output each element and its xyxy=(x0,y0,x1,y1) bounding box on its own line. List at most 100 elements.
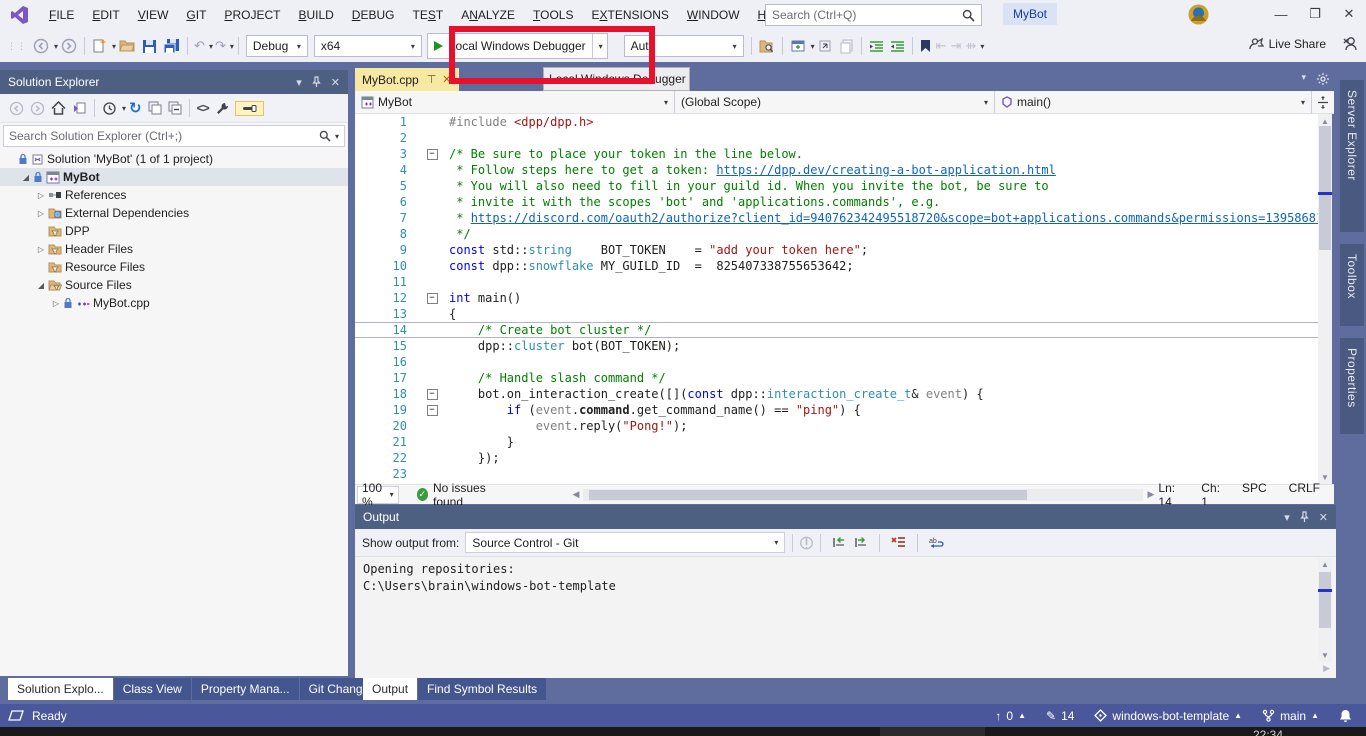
code-line-17[interactable]: 17 /* Handle slash command */ xyxy=(355,370,1318,386)
close-panel-icon[interactable]: ✕ xyxy=(331,76,340,89)
refresh-icon[interactable]: ↻ xyxy=(129,99,142,117)
tool-tab-solution-explo[interactable]: Solution Explo... xyxy=(8,678,113,700)
tree-item-solution-mybot-1-of-1-project[interactable]: Solution 'MyBot' (1 of 1 project) xyxy=(0,150,348,168)
code-line-15[interactable]: 15 dpp::cluster bot(BOT_TOKEN); xyxy=(355,338,1318,354)
code-line-18[interactable]: 18− bot.on_interaction_create([](const d… xyxy=(355,386,1318,402)
clear-all-icon[interactable] xyxy=(891,536,906,549)
bookmark-icon[interactable] xyxy=(917,34,934,58)
fold-collapse-icon[interactable]: − xyxy=(425,149,439,160)
navigate-to-icon[interactable] xyxy=(815,34,836,58)
pin-tab-icon[interactable]: ⊤ xyxy=(427,73,437,86)
pending-changes-filter-icon[interactable] xyxy=(99,101,120,116)
code-line-10[interactable]: 10const dpp::snowflake MY_GUILD_ID = 825… xyxy=(355,258,1318,274)
code-line-9[interactable]: 9const std::string BOT_TOKEN = "add your… xyxy=(355,242,1318,258)
nav-scope-dropdown[interactable]: (Global Scope)▾ xyxy=(675,91,995,113)
code-line-20[interactable]: 20 event.reply("Pong!"); xyxy=(355,418,1318,434)
window-position-caret-icon[interactable]: ▾ xyxy=(296,76,302,89)
code-line-12[interactable]: 12−int main() xyxy=(355,290,1318,306)
attach-to-process-icon[interactable] xyxy=(787,34,809,58)
code-line-8[interactable]: 8 */ xyxy=(355,226,1318,242)
code-line-21[interactable]: 21 } xyxy=(355,434,1318,450)
menu-project[interactable]: PROJECT xyxy=(215,4,289,26)
navigate-backward-icon[interactable] xyxy=(30,34,52,58)
code-line-19[interactable]: 19− if (event.command.get_command_name()… xyxy=(355,402,1318,418)
bell-icon[interactable] xyxy=(1339,709,1352,723)
output-source-dropdown[interactable]: Source Control - Git▾ xyxy=(465,532,785,553)
nav-project-dropdown[interactable]: MyBot▾ xyxy=(355,91,675,113)
code-line-5[interactable]: 5 * You will also need to fill in your g… xyxy=(355,178,1318,194)
live-share-button[interactable]: Live Share xyxy=(1248,36,1326,51)
expand-arrow-icon[interactable]: ◢ xyxy=(19,173,33,182)
pending-edits-button[interactable]: ✎ 14 xyxy=(1046,709,1074,723)
restore-button[interactable]: ❐ xyxy=(1298,0,1332,28)
open-folder-icon[interactable] xyxy=(116,34,139,58)
tab-mybot-cpp[interactable]: MyBot.cpp ⊤ ✕ xyxy=(355,68,459,91)
expand-arrow-icon[interactable]: ▷ xyxy=(34,245,48,254)
code-line-1[interactable]: 1#include <dpp/dpp.h> xyxy=(355,114,1318,130)
scroll-left-arrow[interactable]: ◀ xyxy=(573,489,580,500)
save-all-icon[interactable] xyxy=(160,34,183,58)
output-title-bar[interactable]: Output ▾ ✕ xyxy=(355,505,1336,529)
fold-collapse-icon[interactable]: − xyxy=(425,293,439,304)
undo-caret[interactable]: ▾ xyxy=(209,42,213,51)
tree-item-dpp[interactable]: DPP xyxy=(0,222,348,240)
push-count-button[interactable]: ↑ 0 ▲ xyxy=(995,709,1026,723)
duplicate-icon[interactable] xyxy=(836,34,857,58)
hscroll-thumb[interactable] xyxy=(589,490,1027,500)
menu-view[interactable]: VIEW xyxy=(129,4,178,26)
word-wrap-icon[interactable]: ab xyxy=(929,536,945,549)
undo-icon[interactable]: ↶ xyxy=(194,38,205,54)
tree-item-source-files[interactable]: ◢Source Files xyxy=(0,276,348,294)
code-hyperlink[interactable]: https://discord.com/oauth2/authorize?cli… xyxy=(471,211,1318,225)
dock-tab-properties[interactable]: Properties xyxy=(1340,338,1364,434)
properties-wrench-icon[interactable] xyxy=(212,101,233,116)
window-position-caret-icon[interactable]: ▾ xyxy=(1284,511,1290,524)
code-line-2[interactable]: 2 xyxy=(355,130,1318,146)
scroll-down-arrow[interactable]: ▼ xyxy=(1318,649,1332,662)
solution-explorer-search-box[interactable]: Search Solution Explorer (Ctrl+;) ▾ xyxy=(3,125,345,147)
menu-file[interactable]: FILE xyxy=(40,4,83,26)
code-line-22[interactable]: 22 }); xyxy=(355,450,1318,466)
tool-tab-class-view[interactable]: Class View xyxy=(114,678,191,700)
search-icon[interactable] xyxy=(962,9,975,22)
configuration-dropdown[interactable]: Debug▾ xyxy=(246,35,308,57)
close-panel-icon[interactable]: ✕ xyxy=(1319,511,1328,524)
dock-tab-toolbox[interactable]: Toolbox xyxy=(1340,244,1364,326)
toolbar-overflow-caret[interactable]: ▾ xyxy=(980,42,984,51)
menu-debug[interactable]: DEBUG xyxy=(343,4,404,26)
pin-icon[interactable] xyxy=(312,76,321,88)
minimize-button[interactable]: — xyxy=(1264,0,1298,28)
menu-test[interactable]: TEST xyxy=(403,4,452,26)
scroll-up-arrow[interactable]: ▲ xyxy=(1318,558,1332,571)
close-button[interactable]: ✕ xyxy=(1332,0,1366,28)
account-button[interactable]: MyBot xyxy=(1003,3,1057,25)
quick-search-box[interactable]: Search (Ctrl+Q) xyxy=(765,4,982,26)
menu-window[interactable]: WINDOW xyxy=(678,4,749,26)
nav-member-dropdown[interactable]: main()▾ xyxy=(995,91,1311,113)
output-vertical-scrollbar[interactable]: ▲ ▼ xyxy=(1318,558,1332,662)
health-check-icon[interactable]: ✓ xyxy=(417,488,428,501)
zoom-dropdown[interactable]: 100 %▾ xyxy=(357,486,399,504)
expand-arrow-icon[interactable]: ▷ xyxy=(49,299,63,308)
code-line-16[interactable]: 16 xyxy=(355,354,1318,370)
menu-analyze[interactable]: ANALYZE xyxy=(452,4,524,26)
code-line-7[interactable]: 7 * https://discord.com/oauth2/authorize… xyxy=(355,210,1318,226)
tree-item-external-dependencies[interactable]: ▷External Dependencies xyxy=(0,204,348,222)
sync-with-active-document-icon[interactable] xyxy=(69,101,90,115)
previous-message-icon[interactable] xyxy=(832,536,846,549)
avatar[interactable] xyxy=(1188,4,1209,25)
dock-tab-server-explorer[interactable]: Server Explorer xyxy=(1340,80,1364,232)
filter-caret[interactable]: ▾ xyxy=(122,104,126,113)
collapse-all-icon[interactable] xyxy=(165,101,185,115)
document-well-caret-icon[interactable]: ▾ xyxy=(1301,72,1306,86)
menu-tools[interactable]: TOOLS xyxy=(524,4,582,26)
code-line-13[interactable]: 13{ xyxy=(355,306,1318,322)
repository-button[interactable]: windows-bot-template ▲ xyxy=(1094,709,1242,723)
tool-tab-property-mana[interactable]: Property Mana... xyxy=(192,678,299,700)
branch-button[interactable]: main ▲ xyxy=(1262,709,1319,723)
editor-vertical-scrollbar[interactable]: ▲ ▼ xyxy=(1318,114,1332,484)
next-message-icon[interactable] xyxy=(854,536,868,549)
solution-explorer-title-bar[interactable]: Solution Explorer ▾ ✕ xyxy=(0,70,348,94)
expand-arrow-icon[interactable]: ◢ xyxy=(34,281,48,290)
file-nesting-icon[interactable] xyxy=(145,101,165,115)
